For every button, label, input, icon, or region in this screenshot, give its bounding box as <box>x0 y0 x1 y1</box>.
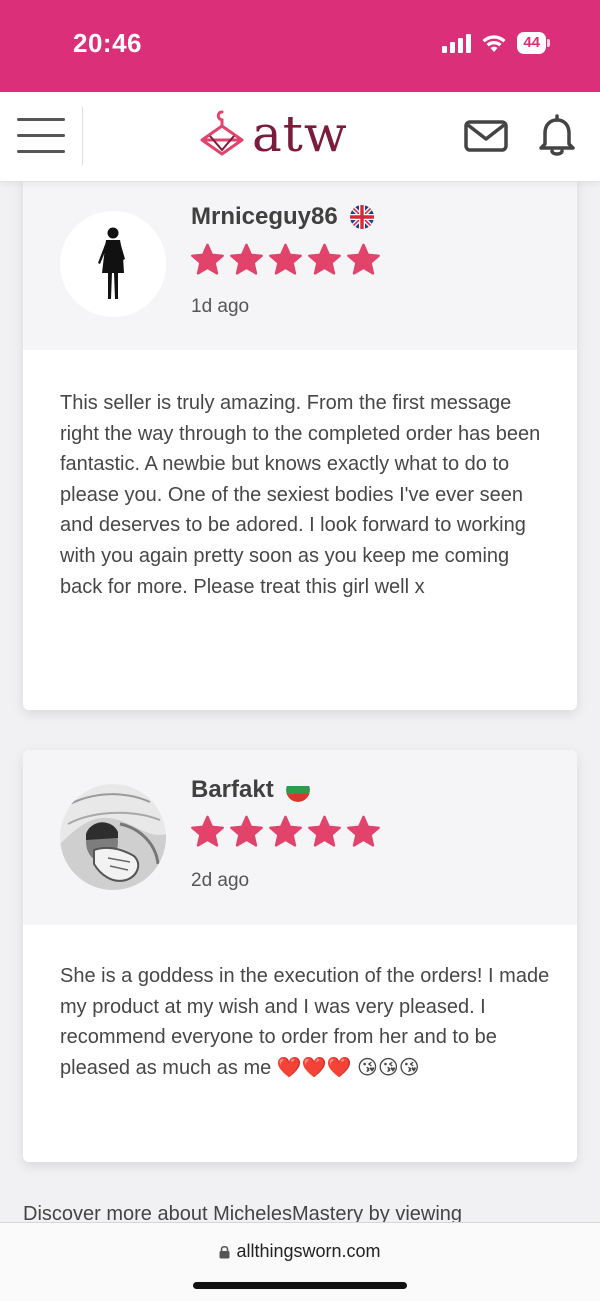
status-bar: 20:46 44 <box>0 0 600 92</box>
reviewer-name-row: Barfakt <box>191 776 310 804</box>
star-icon <box>347 243 380 275</box>
rating-stars <box>189 242 382 279</box>
url-text: allthingsworn.com <box>236 1241 381 1261</box>
rating-stars <box>189 814 382 851</box>
review-time: 1d ago <box>191 296 250 317</box>
default-female-avatar-icon <box>98 227 125 299</box>
review-card: Mrniceguy86 1d ago This seller is truly … <box>23 170 577 710</box>
reviewer-name[interactable]: Barfakt <box>191 776 274 804</box>
star-icon <box>308 815 341 847</box>
site-logo[interactable]: atw <box>196 102 348 166</box>
reviewer-name[interactable]: Mrniceguy86 <box>191 203 338 231</box>
sketch-portrait-avatar-icon <box>60 784 166 890</box>
lock-icon <box>219 1245 230 1258</box>
home-indicator[interactable] <box>193 1282 407 1289</box>
app-header: atw <box>0 92 600 182</box>
star-icon <box>191 815 224 847</box>
star-icon <box>269 243 302 275</box>
review-time: 2d ago <box>191 870 250 891</box>
cellular-signal-icon <box>442 33 472 53</box>
status-icons: 44 <box>442 32 550 54</box>
review-text: She is a goddess in the execution of the… <box>60 965 550 1079</box>
hanger-logo-icon <box>200 110 244 156</box>
notification-bell-icon[interactable] <box>535 112 579 158</box>
star-icon <box>230 243 263 275</box>
browser-address-bar[interactable]: allthingsworn.com <box>0 1222 600 1301</box>
hamburger-menu-button[interactable] <box>17 118 65 154</box>
status-time: 20:46 <box>73 28 142 58</box>
wifi-icon <box>482 35 506 52</box>
reviewer-name-row: Mrniceguy86 <box>191 203 374 231</box>
url-row[interactable]: allthingsworn.com <box>0 1241 600 1262</box>
review-card: Barfakt 2d ago She is a goddess in the e… <box>23 750 577 1162</box>
mail-icon[interactable] <box>463 116 509 156</box>
avatar[interactable] <box>60 211 166 317</box>
battery-icon: 44 <box>517 32 550 54</box>
star-icon <box>269 815 302 847</box>
uk-flag-icon <box>349 205 374 229</box>
avatar[interactable] <box>60 784 166 890</box>
star-icon <box>308 243 341 275</box>
review-text: This seller is truly amazing. From the f… <box>60 392 541 598</box>
battery-level: 44 <box>517 32 546 54</box>
star-icon <box>191 243 224 275</box>
star-icon <box>230 815 263 847</box>
star-icon <box>347 815 380 847</box>
bulgaria-flag-icon <box>285 778 310 802</box>
header-divider <box>82 107 83 165</box>
logo-text: atw <box>252 105 348 163</box>
